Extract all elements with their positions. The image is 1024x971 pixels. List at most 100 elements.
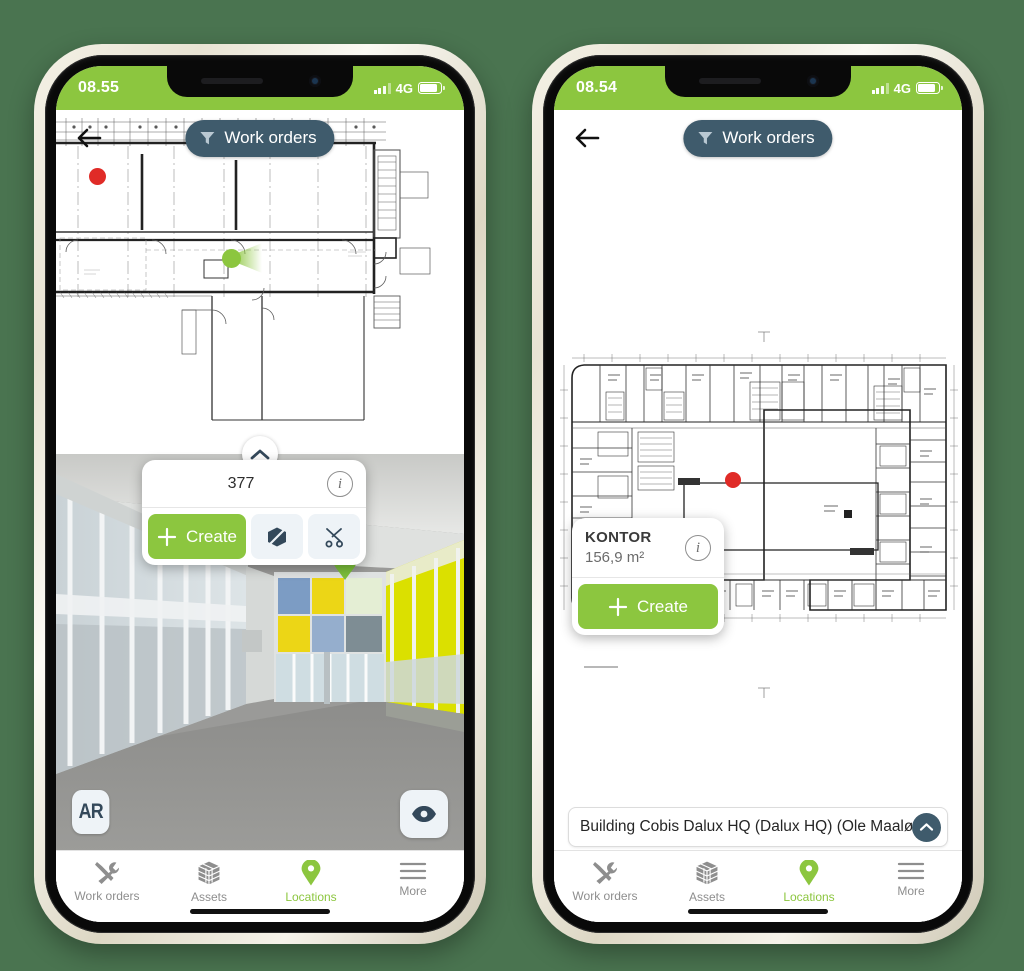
phone-notch (665, 66, 851, 97)
map-pin-icon (301, 860, 321, 886)
phone-left: 08.55 4G Work orders AR 377 i Create Wor… (34, 44, 486, 944)
room-info-popup: KONTOR 156,9 m² i Create (572, 518, 724, 636)
cube-icon (694, 860, 720, 886)
floorplan-header: Work orders (554, 110, 962, 166)
work-orders-filter-pill[interactable]: Work orders (185, 119, 335, 157)
earpiece-speaker-icon (201, 78, 263, 84)
tab-label: Assets (688, 890, 725, 904)
info-button[interactable]: i (685, 535, 711, 562)
tab-label: More (897, 884, 925, 898)
tab-label: More (399, 884, 427, 898)
create-button-label: Create (636, 596, 689, 616)
cube-icon (196, 860, 222, 886)
back-arrow-icon (575, 128, 600, 148)
hamburger-icon (399, 862, 427, 880)
filter-pill-label: Work orders (722, 128, 815, 147)
user-dot-icon (222, 249, 241, 268)
phone-notch (167, 66, 353, 97)
location-expand-button[interactable] (912, 812, 941, 842)
tab-label: Locations (285, 890, 337, 904)
info-button[interactable]: i (327, 471, 353, 497)
status-indicators: 4G (871, 80, 943, 96)
popup-title: 377 (227, 475, 255, 492)
room-area: 156,9 m² (585, 548, 645, 566)
status-indicators: 4G (373, 80, 445, 96)
tab-work-orders[interactable]: Work orders (554, 851, 656, 903)
work-order-marker[interactable] (725, 472, 741, 488)
tab-label: Work orders (572, 889, 638, 903)
tab-label: Assets (190, 890, 227, 904)
popup-actions: Create (142, 508, 366, 565)
hamburger-icon (897, 862, 925, 880)
eye-icon (412, 806, 436, 822)
signal-bars-icon (373, 82, 391, 94)
popup-pointer (638, 634, 658, 636)
tools-icon (593, 862, 618, 884)
location-selector[interactable]: Building Cobis Dalux HQ (Dalux HQ) (Ole … (568, 807, 948, 847)
back-button[interactable] (564, 115, 610, 161)
tab-more[interactable]: More (860, 851, 962, 898)
popup-title-wrap: 377 (155, 475, 327, 493)
tab-label: Locations (783, 890, 835, 904)
battery-icon (916, 82, 943, 94)
work-order-marker[interactable] (89, 168, 106, 185)
back-button[interactable] (66, 115, 112, 161)
tab-locations[interactable]: Locations (758, 851, 860, 904)
ar-mode-badge[interactable]: AR (72, 790, 110, 834)
filter-pill-label: Work orders (224, 128, 317, 147)
create-button[interactable]: Create (148, 514, 246, 559)
hide-model-button[interactable] (251, 514, 303, 559)
user-position-marker (222, 243, 262, 273)
tab-label: Work orders (74, 889, 140, 903)
popup-header: 377 i (142, 460, 366, 508)
front-camera-icon (309, 75, 321, 87)
earpiece-speaker-icon (699, 78, 761, 84)
tools-icon (95, 862, 120, 884)
network-label: 4G (395, 80, 413, 96)
app-body-left: Work orders AR 377 i Create Work orders … (56, 110, 464, 922)
front-camera-icon (807, 75, 819, 87)
floorplan-view[interactable] (554, 110, 962, 804)
network-label: 4G (893, 80, 911, 96)
plus-icon (608, 597, 628, 616)
home-indicator[interactable] (688, 909, 828, 914)
filter-funnel-icon (200, 132, 215, 145)
popup-pointer (244, 564, 264, 565)
location-path-text: Building Cobis Dalux HQ (Dalux HQ) (Ole … (580, 818, 912, 835)
battery-icon (418, 82, 445, 94)
location-bar-container: Building Cobis Dalux HQ (Dalux HQ) (Ole … (554, 804, 962, 850)
home-indicator[interactable] (190, 909, 330, 914)
phone-screen-right: 08.54 4G Work orders KONTOR 156,9 m² i C… (554, 66, 962, 922)
plus-icon (157, 527, 177, 546)
scissors-clip-icon (325, 527, 343, 547)
map-pin-icon (799, 860, 819, 886)
clip-section-button[interactable] (308, 514, 360, 559)
room-name: KONTOR (585, 529, 652, 546)
tab-assets[interactable]: Assets (158, 851, 260, 904)
phone-right: 08.54 4G Work orders KONTOR 156,9 m² i C… (532, 44, 984, 944)
create-button-label: Create (185, 526, 238, 546)
floorplan-header: Work orders (56, 110, 464, 166)
tab-more[interactable]: More (362, 851, 464, 898)
popup-actions: Create (572, 578, 724, 635)
object-action-popup: 377 i Create (142, 460, 366, 565)
app-body-right: Work orders KONTOR 156,9 m² i Create Bui… (554, 110, 962, 922)
status-clock: 08.54 (576, 79, 618, 96)
tab-work-orders[interactable]: Work orders (56, 851, 158, 903)
phone-screen-left: 08.55 4G Work orders AR 377 i Create Wor… (56, 66, 464, 922)
chevron-up-icon (250, 449, 270, 459)
popup-header: KONTOR 156,9 m² i (572, 518, 724, 579)
visibility-toggle-button[interactable] (400, 790, 448, 838)
screenshot-stage: 08.55 4G Work orders AR 377 i Create Wor… (0, 0, 1024, 971)
tab-locations[interactable]: Locations (260, 851, 362, 904)
tab-assets[interactable]: Assets (656, 851, 758, 904)
status-clock: 08.55 (78, 79, 120, 96)
chevron-up-icon (919, 823, 934, 831)
popup-title-wrap: KONTOR 156,9 m² (585, 529, 685, 567)
create-button[interactable]: Create (578, 584, 718, 630)
work-orders-filter-pill[interactable]: Work orders (683, 119, 833, 157)
signal-bars-icon (871, 82, 889, 94)
back-arrow-icon (77, 128, 102, 148)
floorplan-drawing (560, 331, 958, 698)
hide-model-icon (267, 526, 287, 547)
